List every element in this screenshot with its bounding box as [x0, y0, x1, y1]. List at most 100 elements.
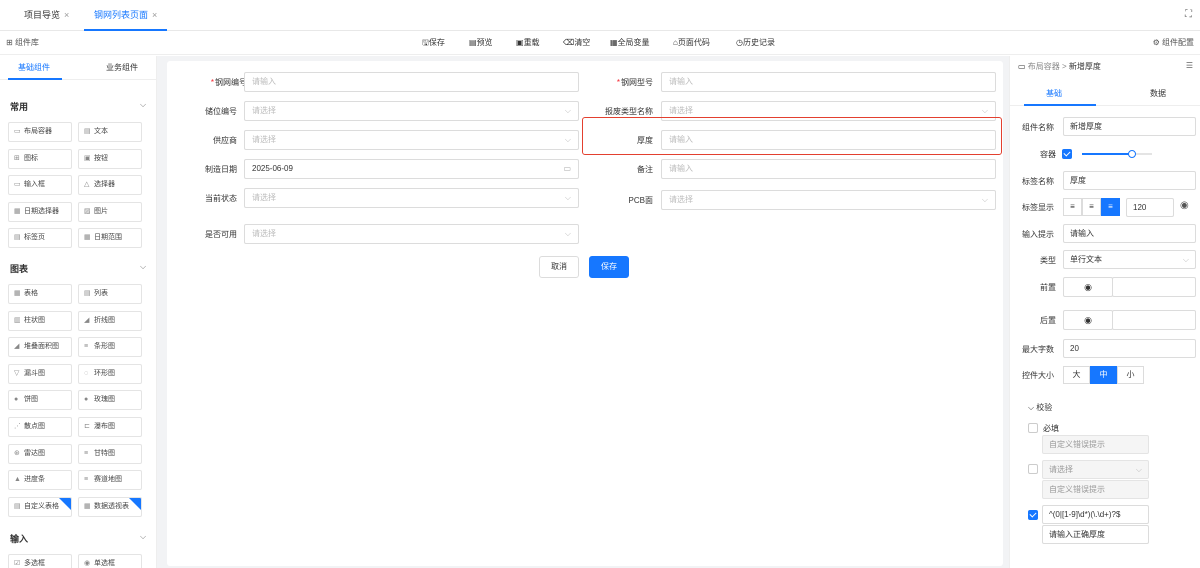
component-item[interactable]: ▨ 图片	[78, 201, 142, 222]
component-item[interactable]: ⊞ 图标	[8, 148, 72, 169]
preview-button[interactable]: ▤预览	[469, 37, 493, 48]
eye-icon[interactable]: ◉	[1180, 200, 1189, 211]
page-code-button[interactable]: ⌂页面代码	[673, 37, 710, 48]
component-item[interactable]: ▤ 自定义表格	[8, 496, 72, 517]
component-item[interactable]: ● 玫瑰图	[78, 390, 142, 411]
history-button[interactable]: ◷历史记录	[736, 37, 775, 48]
eye-icon: ◉	[1084, 315, 1092, 325]
pattern-checkbox[interactable]	[1028, 464, 1038, 474]
fullscreen-icon[interactable]: ⛶	[1185, 9, 1192, 20]
align-right-button[interactable]: ≡	[1101, 198, 1120, 216]
component-config-toggle[interactable]: ⚙ 组件配置	[1153, 37, 1194, 48]
custom-error-input[interactable]: 自定义错误提示	[1042, 435, 1149, 454]
align-center-button[interactable]: ≡	[1082, 198, 1101, 216]
chevron-down-icon[interactable]: ⌵	[140, 532, 146, 542]
component-item[interactable]: ▤ 文本	[78, 122, 142, 142]
component-item[interactable]: ⊛ 雷达图	[8, 443, 72, 464]
tab-project-overview[interactable]: 项目导览 ×	[24, 0, 69, 31]
component-item[interactable]: ≡ 赛道地图	[78, 470, 142, 491]
tag-name-input[interactable]: 厚度	[1063, 171, 1196, 190]
prefix-input[interactable]	[1112, 277, 1196, 297]
size-medium-option[interactable]: 中	[1090, 366, 1117, 384]
suffix-visibility-toggle[interactable]: ◉	[1063, 310, 1113, 330]
component-item[interactable]: ▣ 按钮	[78, 148, 142, 169]
component-item[interactable]: ▦ 表格	[8, 284, 72, 304]
global-vars-button[interactable]: ▦全局变量	[610, 37, 650, 48]
component-item[interactable]: ▭ 布局容器	[8, 122, 72, 142]
supplier-select[interactable]: 请选择 ⌵	[244, 130, 579, 150]
slider-handle[interactable]	[1128, 150, 1137, 158]
close-icon[interactable]: ×	[64, 10, 69, 20]
component-item[interactable]: ⋰ 散点图	[8, 417, 72, 437]
thickness-input[interactable]: 请输入	[661, 130, 996, 150]
container-slider[interactable]	[1082, 150, 1152, 158]
regex-error-input[interactable]: 请输入正确厚度	[1042, 525, 1149, 544]
component-item[interactable]: ▦ 日期范围	[78, 228, 142, 249]
regex-input[interactable]: ^(0|[1-9]\d*)(\.\d+)?$	[1042, 505, 1149, 524]
suffix-input[interactable]	[1112, 310, 1196, 330]
component-name-input[interactable]: 新增厚度	[1063, 117, 1196, 136]
manufacture-date-picker[interactable]: 2025-06-09 ▭	[244, 159, 579, 179]
pattern-select[interactable]: 请选择 ⌵	[1042, 460, 1149, 479]
component-item[interactable]: ▭ 输入框	[8, 175, 72, 196]
prefix-visibility-toggle[interactable]: ◉	[1063, 277, 1113, 297]
component-item[interactable]: ◢ 堆叠面积图	[8, 337, 72, 358]
component-item[interactable]: △ 选择器	[78, 175, 142, 196]
component-item[interactable]: ◉ 单选框	[78, 554, 142, 568]
tab-business-components[interactable]: 业务组件	[106, 62, 138, 73]
tab-basic-components[interactable]: 基础组件	[18, 62, 50, 73]
component-item[interactable]: ◢ 折线图	[78, 310, 142, 331]
validation-collapse[interactable]: ⌵ 校验	[1028, 402, 1052, 413]
chevron-down-icon[interactable]: ⌵	[140, 100, 146, 110]
component-item[interactable]: ▥ 柱状图	[8, 310, 72, 331]
component-item[interactable]: ◌ 环形图	[78, 363, 142, 384]
component-item[interactable]: ▦ 日期选择器	[8, 201, 72, 222]
filter-icon[interactable]: ☰	[1186, 61, 1193, 70]
steel-mesh-model-input[interactable]: 请输入	[661, 72, 996, 92]
type-select[interactable]: 单行文本 ⌵	[1063, 250, 1196, 269]
component-item[interactable]: ⊏ 瀑布图	[78, 417, 142, 437]
component-item[interactable]: ▤ 列表	[78, 284, 142, 304]
component-item[interactable]: ▤ 标签页	[8, 228, 72, 249]
max-chars-input[interactable]: 20	[1063, 339, 1196, 358]
breadcrumb-parent[interactable]: 布局容器	[1028, 62, 1060, 71]
size-large-option[interactable]: 大	[1063, 366, 1090, 384]
component-item[interactable]: ▽ 漏斗图	[8, 363, 72, 384]
component-item[interactable]: ≡ 条形图	[78, 337, 142, 358]
clear-button[interactable]: ⌫清空	[563, 37, 590, 48]
tab-data[interactable]: 数据	[1150, 88, 1166, 99]
availability-select[interactable]: 请选择 ⌵	[244, 224, 579, 244]
component-item[interactable]: ☑ 多选框	[8, 554, 72, 568]
steel-mesh-number-input[interactable]: 请输入	[244, 72, 579, 92]
pcb-side-select[interactable]: 请选择 ⌵	[661, 190, 996, 210]
reload-button[interactable]: ▣重载	[516, 37, 540, 48]
container-checkbox[interactable]	[1062, 149, 1072, 159]
tab-basic[interactable]: 基础	[1046, 88, 1062, 99]
component-library-toggle[interactable]: ⊞ 组件库	[6, 37, 39, 48]
save-toolbar-button[interactable]: 🖫保存	[422, 37, 445, 51]
tag-width-input[interactable]: 120	[1126, 198, 1174, 217]
component-icon: ▤	[14, 234, 21, 242]
component-item[interactable]: ▲ 进度条	[8, 470, 72, 491]
close-icon[interactable]: ×	[152, 10, 157, 20]
align-left-button[interactable]: ≡	[1063, 198, 1082, 216]
cancel-button[interactable]: 取消	[539, 256, 579, 278]
tab-steel-list[interactable]: 钢网列表页面 ×	[84, 0, 168, 31]
grid-icon: ⊞	[6, 38, 15, 47]
save-button[interactable]: 保存	[589, 256, 629, 278]
component-item[interactable]: ● 饼图	[8, 390, 72, 411]
size-small-option[interactable]: 小	[1117, 366, 1144, 384]
remark-input[interactable]: 请输入	[661, 159, 996, 179]
regex-checkbox[interactable]	[1028, 510, 1038, 520]
pattern-error-input[interactable]: 自定义错误提示	[1042, 480, 1149, 499]
chevron-down-icon[interactable]: ⌵	[140, 262, 146, 272]
component-label: 单选框	[94, 560, 115, 567]
required-checkbox[interactable]	[1028, 423, 1038, 433]
component-icon: ●	[84, 396, 89, 404]
status-select[interactable]: 请选择 ⌵	[244, 188, 579, 208]
component-item[interactable]: ▦ 数据透视表	[78, 496, 142, 517]
component-item[interactable]: ≡ 甘特图	[78, 443, 142, 464]
input-hint-input[interactable]: 请输入	[1063, 224, 1196, 243]
component-label: 图标	[24, 154, 38, 162]
storage-number-select[interactable]: 请选择 ⌵	[244, 101, 579, 121]
